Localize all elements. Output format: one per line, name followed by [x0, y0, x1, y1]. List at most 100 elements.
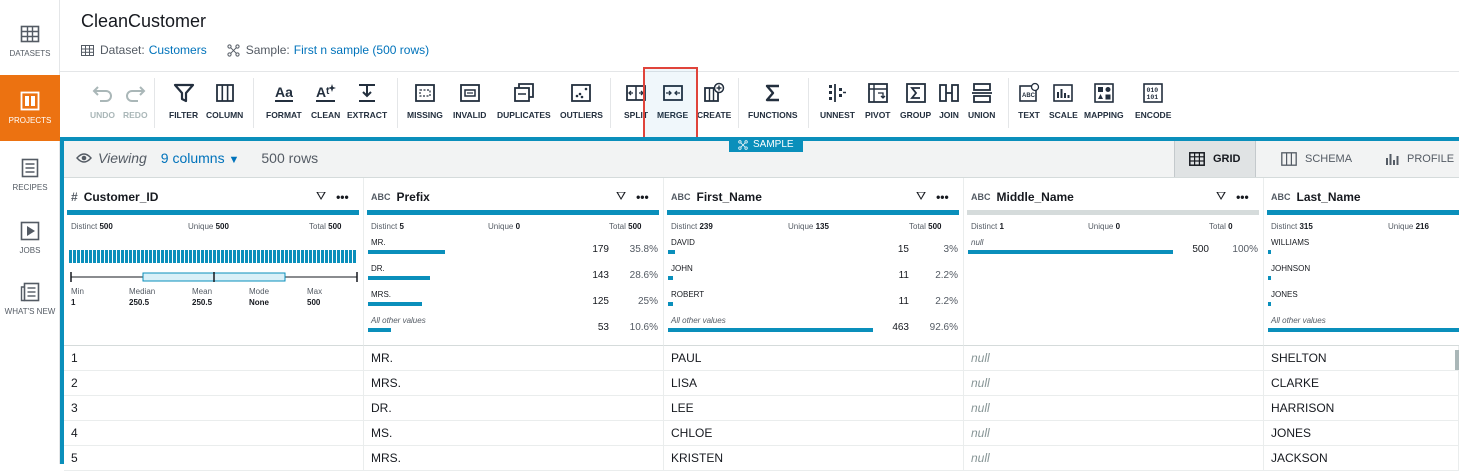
table-cell[interactable]: 2 — [64, 371, 364, 396]
value-bar[interactable] — [668, 302, 673, 306]
table-row[interactable]: 5MRS.KRISTENnullJACKSON — [64, 446, 1459, 471]
union-button[interactable]: UNION — [968, 82, 995, 120]
stat-value: 500 — [307, 298, 320, 307]
missing-button[interactable]: MISSING — [407, 82, 443, 120]
table-cell[interactable]: JONES — [1264, 421, 1459, 446]
sidebar-item-recipes[interactable]: RECIPES — [0, 142, 60, 208]
table-cell[interactable]: KRISTEN — [664, 446, 964, 471]
column-header-last-name[interactable]: ABCLast_Name Distinct 315 Unique 216 WIL… — [1264, 178, 1459, 346]
filter-icon[interactable]: ⛛ — [616, 189, 626, 204]
table-cell[interactable]: MR. — [364, 346, 664, 371]
join-button[interactable]: JOIN — [938, 82, 960, 120]
clean-button[interactable]: At CLEAN — [311, 82, 340, 120]
value-count: 500 — [1179, 244, 1209, 255]
scale-button[interactable]: SCALE — [1049, 82, 1078, 120]
table-cell[interactable]: null — [964, 421, 1264, 446]
table-cell[interactable]: LEE — [664, 396, 964, 421]
sidebar-item-jobs[interactable]: JOBS — [0, 205, 60, 271]
table-cell[interactable]: SHELTON — [1264, 346, 1459, 371]
string-type-icon: ABC — [1271, 192, 1291, 202]
more-options-icon[interactable]: ••• — [936, 190, 949, 204]
table-cell[interactable]: MRS. — [364, 446, 664, 471]
sidebar-item-datasets[interactable]: DATASETS — [0, 8, 60, 74]
tab-profile[interactable]: PROFILE — [1371, 141, 1459, 177]
pivot-button[interactable]: PIVOT — [865, 82, 891, 120]
value-bar[interactable] — [1268, 276, 1271, 280]
format-button[interactable]: Aa FORMAT — [266, 82, 302, 120]
table-cell[interactable]: LISA — [664, 371, 964, 396]
value-bar[interactable] — [1268, 302, 1271, 306]
filter-icon[interactable]: ⛛ — [916, 189, 926, 204]
encode-button[interactable]: 010101 ENCODE — [1135, 82, 1171, 120]
table-cell[interactable]: JACKSON — [1264, 446, 1459, 471]
more-options-icon[interactable]: ••• — [636, 190, 649, 204]
create-button[interactable]: CREATE — [697, 82, 731, 120]
duplicates-button[interactable]: DUPLICATES — [497, 82, 551, 120]
undo-button[interactable]: UNDO — [90, 82, 115, 120]
column-header-prefix[interactable]: ABCPrefix ⛛••• Distinct 5 Unique 0 Total… — [364, 178, 664, 346]
table-cell[interactable]: CHLOE — [664, 421, 964, 446]
column-header-first-name[interactable]: ABCFirst_Name ⛛••• Distinct 239 Unique 1… — [664, 178, 964, 346]
columns-dropdown[interactable]: 9 columns ▼ — [161, 150, 240, 166]
more-options-icon[interactable]: ••• — [1236, 190, 1249, 204]
transform-toolbar: UNDO REDO FILTER COLUMN Aa FORMAT At CLE… — [60, 72, 1459, 137]
value-bar[interactable] — [668, 328, 873, 332]
table-cell[interactable]: MS. — [364, 421, 664, 446]
more-options-icon[interactable]: ••• — [336, 190, 349, 204]
value-bar[interactable] — [368, 276, 430, 280]
sidebar-item-projects[interactable]: PROJECTS — [0, 75, 60, 141]
table-cell[interactable]: 4 — [64, 421, 364, 446]
unnest-button[interactable]: UNNEST — [820, 82, 855, 120]
table-cell[interactable]: null — [964, 371, 1264, 396]
extract-button[interactable]: EXTRACT — [347, 82, 387, 120]
value-bar[interactable] — [368, 250, 445, 254]
column-header-customer-id[interactable]: #Customer_ID ⛛••• Distinct 500 Unique 50… — [64, 178, 364, 346]
sidebar-item-whats-new[interactable]: WHAT'S NEW — [0, 266, 60, 332]
table-cell[interactable]: null — [964, 396, 1264, 421]
filter-button[interactable]: FILTER — [169, 82, 198, 120]
column-header-middle-name[interactable]: ABCMiddle_Name ⛛••• Distinct 1 Unique 0 … — [964, 178, 1264, 346]
table-cell[interactable]: 3 — [64, 396, 364, 421]
vertical-scrollbar[interactable] — [1455, 350, 1459, 370]
functions-button[interactable]: FUNCTIONS — [748, 82, 798, 120]
text-button[interactable]: ABC TEXT — [1018, 82, 1040, 120]
outliers-button[interactable]: OUTLIERS — [560, 82, 603, 120]
group-button[interactable]: GROUP — [900, 82, 931, 120]
table-cell[interactable]: 1 — [64, 346, 364, 371]
stat-value: None — [249, 298, 269, 307]
table-cell[interactable]: CLARKE — [1264, 371, 1459, 396]
tab-grid-label: GRID — [1213, 153, 1241, 165]
table-cell[interactable]: null — [964, 446, 1264, 471]
filter-icon[interactable]: ⛛ — [1216, 189, 1226, 204]
table-cell[interactable]: HARRISON — [1264, 396, 1459, 421]
tab-schema[interactable]: SCHEMA — [1267, 141, 1366, 177]
table-cell[interactable]: DR. — [364, 396, 664, 421]
tab-grid[interactable]: GRID — [1174, 141, 1256, 177]
table-cell[interactable]: MRS. — [364, 371, 664, 396]
table-row[interactable]: 3DR.LEEnullHARRISON — [64, 396, 1459, 421]
mapping-button[interactable]: MAPPING — [1084, 82, 1124, 120]
column-button[interactable]: COLUMN — [206, 82, 243, 120]
redo-button[interactable]: REDO — [123, 82, 148, 120]
stat-value: 1 — [71, 298, 75, 307]
numeric-type-icon: # — [71, 190, 78, 204]
value-bar[interactable] — [1268, 250, 1271, 254]
filter-icon[interactable]: ⛛ — [316, 189, 326, 204]
table-row[interactable]: 2MRS.LISAnullCLARKE — [64, 371, 1459, 396]
value-bar[interactable] — [668, 276, 673, 280]
sample-link[interactable]: First n sample (500 rows) — [294, 43, 429, 57]
dataset-link[interactable]: Customers — [149, 43, 207, 57]
table-cell[interactable]: null — [964, 346, 1264, 371]
value-bar[interactable] — [1268, 328, 1459, 332]
table-cell[interactable]: PAUL — [664, 346, 964, 371]
table-row[interactable]: 4MS.CHLOEnullJONES — [64, 421, 1459, 446]
value-bar[interactable] — [368, 328, 391, 332]
table-row[interactable]: 1MR.PAULnullSHELTON — [64, 346, 1459, 371]
value-bar[interactable] — [968, 250, 1173, 254]
table-cell[interactable]: 5 — [64, 446, 364, 471]
invalid-button[interactable]: INVALID — [453, 82, 486, 120]
value-bar[interactable] — [668, 250, 675, 254]
stat-label: Unique — [1088, 222, 1113, 231]
sidebar-item-label: WHAT'S NEW — [5, 307, 56, 316]
value-bar[interactable] — [368, 302, 422, 306]
